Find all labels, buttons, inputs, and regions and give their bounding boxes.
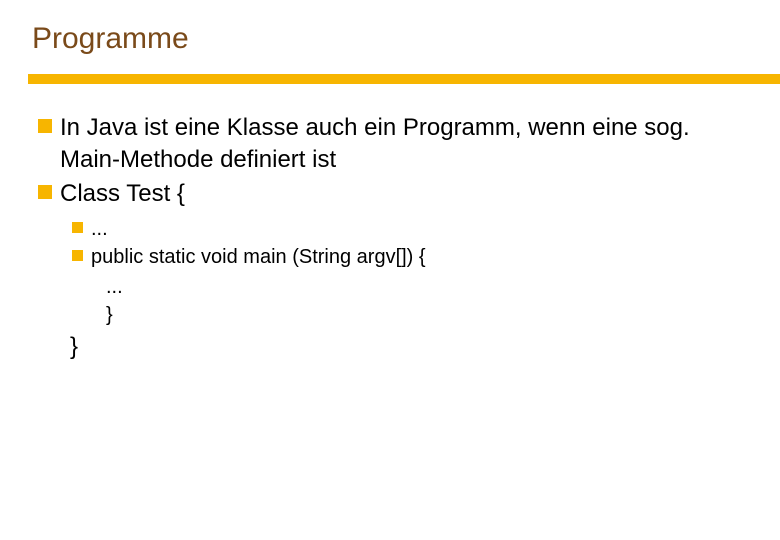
- bullet-item: In Java ist eine Klasse auch ein Program…: [38, 112, 752, 177]
- square-bullet-icon: [72, 222, 83, 233]
- code-inner: ... }: [38, 273, 752, 329]
- code-line: }: [106, 301, 752, 329]
- sub-bullet-text: public static void main (String argv[]) …: [91, 244, 426, 271]
- square-bullet-icon: [38, 185, 52, 199]
- bullet-text: In Java ist eine Klasse auch ein Program…: [60, 112, 720, 177]
- sub-bullet-group: ... public static void main (String argv…: [38, 216, 752, 271]
- sub-bullet-text: ...: [91, 216, 108, 243]
- square-bullet-icon: [38, 119, 52, 133]
- bullet-text: Class Test {: [60, 178, 185, 210]
- slide-title: Programme: [32, 22, 752, 56]
- title-underline: [28, 74, 780, 84]
- slide-content: In Java ist eine Klasse auch ein Program…: [28, 112, 752, 361]
- sub-bullet-item: public static void main (String argv[]) …: [72, 244, 752, 271]
- code-line: ...: [106, 273, 752, 301]
- closing-brace: }: [38, 333, 752, 361]
- bullet-item: Class Test {: [38, 178, 752, 210]
- sub-bullet-item: ...: [72, 216, 752, 243]
- square-bullet-icon: [72, 250, 83, 261]
